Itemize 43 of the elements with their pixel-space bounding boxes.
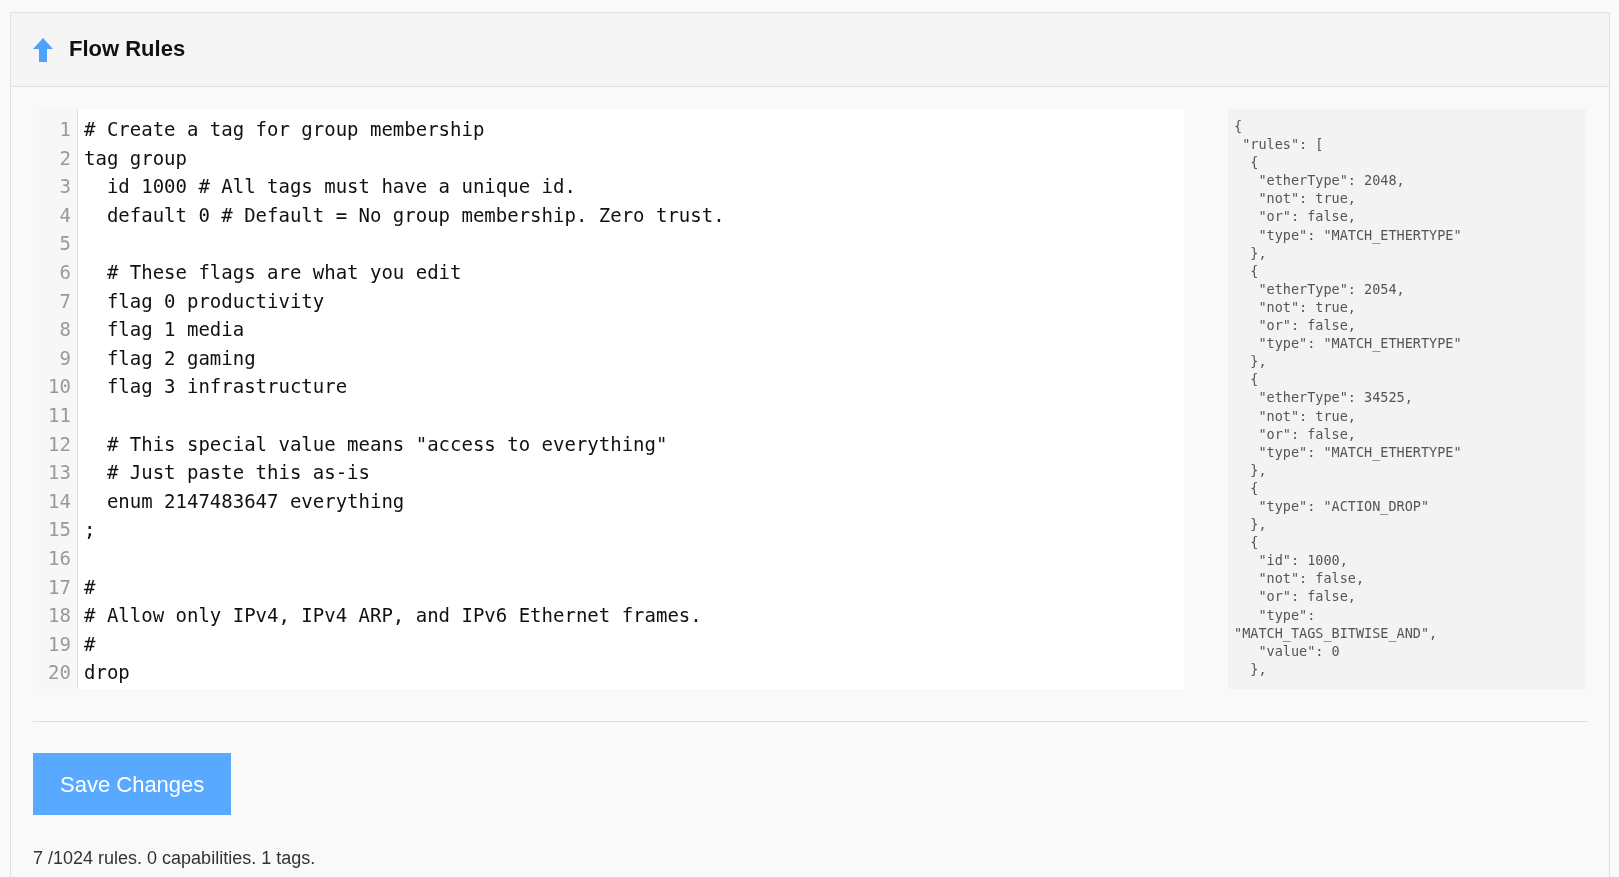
code-line: id 1000 # All tags must have a unique id.: [105, 174, 577, 200]
line-number: 4: [58, 202, 72, 228]
rules-status-text: 7 /1024 rules. 0 capabilities. 1 tags.: [33, 847, 317, 870]
line-number: 1: [58, 117, 72, 142]
code-line: drop: [84, 660, 131, 686]
code-line: # Create a tag for group membership: [84, 117, 486, 142]
code-line: flag 2 gaming: [105, 345, 257, 371]
up-arrow-icon: [33, 37, 53, 62]
save-changes-button[interactable]: Save Changes: [33, 753, 232, 815]
code-line: tag group: [84, 145, 188, 171]
code-line: #: [84, 631, 97, 657]
line-number: 8: [58, 317, 72, 343]
line-number: 17: [47, 574, 72, 600]
code-line: flag 1 media: [105, 317, 246, 343]
line-number: 3: [58, 174, 72, 200]
line-number: 5: [58, 231, 72, 257]
panel-title: Flow Rules: [69, 36, 186, 63]
line-number: 11: [47, 402, 72, 428]
code-line: flag 0 productivity: [105, 288, 326, 314]
code-line: # Just paste this as-is: [105, 460, 371, 486]
code-editor[interactable]: [33, 109, 1184, 689]
code-line: # Allow only IPv4, IPv4 ARP, and IPv6 Ethernet frames.: [84, 603, 703, 629]
line-number: 9: [58, 345, 72, 371]
code-line: flag 3 infrastructure: [105, 374, 349, 400]
line-number: 10: [47, 374, 72, 400]
code-line: # These flags are what you edit: [105, 259, 463, 285]
json-preview: { "rules": [ { "etherType": 2048, "not": true, "or": false, "type": "MATCH_ETHERTYPE" }, { "etherType": 2054, "not": true, "or": false, "type": "MATCH_ETHERTYPE" }, { "etherType": 34525, "not": true, "or": false, "type": "MATCH_ETHERTYPE" }, { "type": "ACTION_DROP" }, { "id": 1000, "not": false, "or": false, "type": "MATCH_TAGS_BITWISE_AND", "value": 0 },: [1228, 109, 1586, 689]
line-number: 20: [47, 660, 72, 686]
line-number: 13: [47, 460, 72, 486]
line-number: 16: [47, 545, 72, 571]
code-line: ;: [84, 517, 97, 543]
line-number: 6: [58, 259, 72, 285]
line-number: 14: [47, 488, 72, 514]
line-number: 15: [47, 517, 72, 543]
line-number: 2: [58, 145, 72, 171]
code-line: default 0 # Default = No group membership. Zero trust.: [105, 202, 726, 228]
line-number: 18: [47, 603, 72, 629]
code-line: enum 2147483647 everything: [105, 488, 406, 514]
code-line: #: [84, 574, 97, 600]
line-number: 7: [58, 288, 72, 314]
code-line: # This special value means "access to everything": [105, 431, 669, 457]
line-number: 12: [47, 431, 72, 457]
line-number: 19: [47, 631, 72, 657]
